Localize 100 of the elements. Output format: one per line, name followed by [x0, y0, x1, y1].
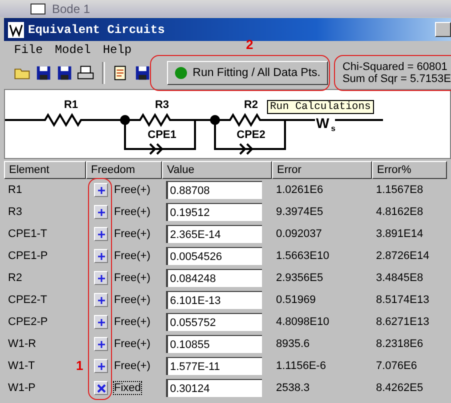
free-toggle[interactable] — [94, 249, 108, 263]
value-field[interactable]: 6.101E-13 — [166, 291, 262, 309]
freedom-label: Fixed — [114, 382, 141, 394]
table-cell: 4.8098E10 — [276, 316, 330, 328]
free-toggle[interactable] — [94, 271, 108, 285]
printer-icon[interactable] — [77, 64, 94, 82]
table-cell: 8.2318E6 — [376, 338, 424, 350]
element-label: R1 — [64, 99, 78, 111]
save-icon[interactable] — [35, 64, 52, 82]
menu-item[interactable]: Help — [102, 43, 132, 57]
table-cell: 2.8726E14 — [376, 250, 430, 262]
tooltip: Run Calculations — [267, 100, 374, 114]
plus-icon — [96, 186, 106, 194]
table-cell: 4.8162E8 — [376, 206, 424, 218]
freedom-label: Free(+) — [114, 338, 150, 350]
plus-icon — [96, 208, 106, 216]
value-field[interactable]: 0.0054526 — [166, 247, 262, 265]
table-cell: 3.891E14 — [376, 228, 424, 240]
value-field[interactable]: 0.19512 — [166, 203, 262, 221]
free-toggle[interactable] — [94, 359, 108, 373]
table-cell: 7.076E6 — [376, 360, 417, 372]
freedom-label: Free(+) — [114, 228, 150, 240]
free-toggle[interactable] — [94, 205, 108, 219]
table-cell: W1-R — [8, 338, 36, 350]
value-field[interactable]: 0.88708 — [166, 181, 262, 199]
plus-icon — [96, 340, 106, 348]
table-cell: 1.1567E8 — [376, 184, 424, 196]
table-cell: W1-T — [8, 360, 35, 372]
table-cell: 9.3974E5 — [276, 206, 324, 218]
plus-icon — [96, 362, 106, 370]
table-cell: CPE2-P — [8, 316, 48, 328]
table-cell: R3 — [8, 206, 22, 218]
table-cell: 0.092037 — [276, 228, 322, 240]
table-cell: 1.0261E6 — [276, 184, 324, 196]
table-cell: 2538.3 — [276, 382, 310, 394]
column-header[interactable]: Element — [4, 161, 86, 179]
plus-icon — [96, 296, 106, 304]
minimize-button[interactable] — [435, 22, 451, 37]
free-toggle[interactable] — [94, 337, 108, 351]
annotation-number: 2 — [246, 37, 254, 52]
cross-icon — [96, 384, 106, 392]
column-header[interactable]: Error% — [372, 161, 447, 179]
table-cell: 8.6271E13 — [376, 316, 430, 328]
value-field[interactable]: 0.084248 — [166, 269, 262, 287]
value-field[interactable]: 1.577E-11 — [166, 357, 262, 375]
save-icon[interactable] — [134, 64, 151, 82]
element-label: R3 — [154, 99, 170, 111]
element-label: CPE1 — [148, 129, 176, 141]
freedom-label: Free(+) — [114, 272, 150, 284]
menu-item[interactable]: File — [14, 43, 43, 57]
value-field[interactable]: 0.055752 — [166, 313, 262, 331]
freedom-label: Free(+) — [114, 184, 150, 196]
table-cell: CPE1-T — [8, 228, 48, 240]
freedom-label: Free(+) — [114, 206, 150, 218]
freedom-label: Free(+) — [114, 294, 150, 306]
element-label: W — [316, 115, 330, 131]
plus-icon — [96, 230, 106, 238]
table-cell: R2 — [8, 272, 22, 284]
table-cell: CPE1-P — [8, 250, 48, 262]
freedom-label: Free(+) — [114, 250, 150, 262]
column-header[interactable]: Value — [162, 161, 272, 179]
table-cell: CPE2-T — [8, 294, 48, 306]
value-field[interactable]: 2.365E-14 — [166, 225, 262, 243]
fixed-toggle[interactable] — [94, 381, 108, 395]
plus-icon — [96, 274, 106, 282]
table-cell: 8.4262E5 — [376, 382, 424, 394]
plus-icon — [96, 318, 106, 326]
column-header[interactable]: Freedom — [86, 161, 162, 179]
table-cell: W1-P — [8, 382, 36, 394]
stat-text: Sum of Sqr = 5.7153E — [342, 73, 451, 85]
free-toggle[interactable] — [94, 227, 108, 241]
table-cell: 8935.6 — [276, 338, 310, 350]
free-toggle[interactable] — [94, 315, 108, 329]
free-toggle[interactable] — [94, 183, 108, 197]
table-cell: 0.51969 — [276, 294, 316, 306]
column-header[interactable]: Error — [272, 161, 372, 179]
window-icon — [30, 2, 46, 14]
table-cell: 1.5663E10 — [276, 250, 330, 262]
table-cell: 2.9356E5 — [276, 272, 324, 284]
freedom-label: Free(+) — [114, 360, 150, 372]
annotation-number: 1 — [76, 358, 84, 373]
element-label: R2 — [244, 99, 258, 111]
stat-text: Chi-Squared = 60801 — [342, 61, 448, 73]
run-fitting-button[interactable]: Run Fitting / All Data Pts. — [166, 61, 328, 85]
element-label: CPE2 — [236, 129, 266, 141]
value-field[interactable]: 0.10855 — [166, 335, 262, 353]
freedom-label: Free(+) — [114, 316, 150, 328]
free-toggle[interactable] — [94, 293, 108, 307]
window-title: Bode 1 — [52, 2, 90, 16]
menu-item[interactable]: Model — [54, 43, 91, 57]
table-cell: 3.4845E8 — [376, 272, 424, 284]
subscript-label: s — [331, 124, 336, 133]
window-title: Equivalent Circuits — [28, 22, 166, 36]
table-cell: R1 — [8, 184, 22, 196]
plus-icon — [96, 252, 106, 260]
app-icon — [8, 22, 24, 38]
save-as-icon[interactable] — [56, 64, 74, 82]
value-field[interactable]: 0.30124 — [166, 379, 262, 397]
table-cell: 8.5174E13 — [376, 294, 430, 306]
table-cell: 1.1156E-6 — [276, 360, 326, 372]
